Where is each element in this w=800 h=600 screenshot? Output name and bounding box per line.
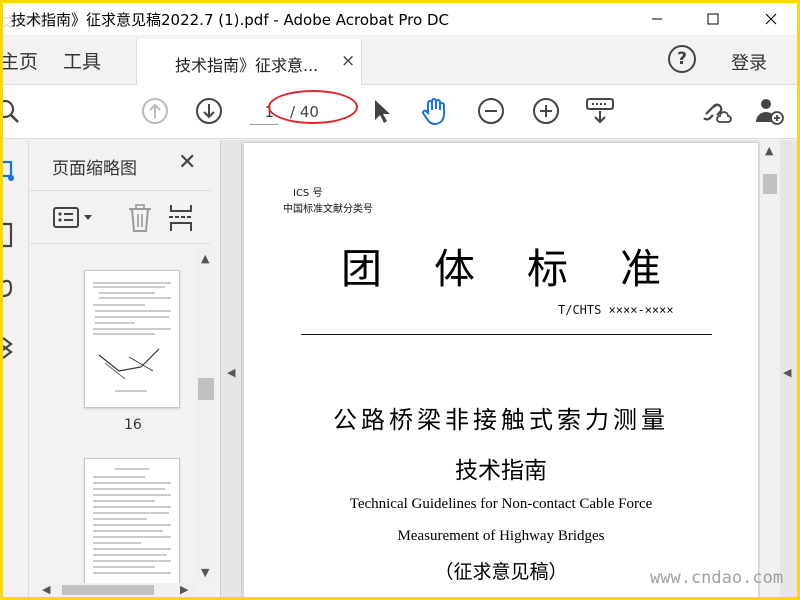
scrollbar-thumb[interactable]: [198, 378, 214, 400]
login-button[interactable]: 登录: [731, 49, 767, 75]
maximize-button[interactable]: [690, 3, 736, 35]
tab-close-button[interactable]: ×: [341, 51, 355, 71]
panel-divider[interactable]: ◀: [220, 140, 242, 597]
delete-page-button[interactable]: [126, 203, 154, 237]
standard-title: 团体标准: [341, 245, 713, 293]
page-up-icon: [142, 98, 168, 124]
english-title-line1: Technical Guidelines for Non-contact Cab…: [349, 496, 653, 512]
page-thumbnails-panel: 页面缩略图 ✕ 16 ▲ ▼ ◀ ▶: [30, 140, 220, 597]
watermark-bottom: www.cndao.com: [650, 568, 784, 588]
zoom-icon: [3, 99, 19, 123]
thumbnails-panel-icon[interactable]: [3, 160, 14, 181]
hand-tool-button[interactable]: [419, 95, 451, 127]
english-title-line2: Measurement of Highway Bridges: [397, 528, 605, 544]
options-menu-icon: [53, 207, 92, 228]
extract-page-button[interactable]: [168, 203, 194, 237]
title-rule: [301, 334, 712, 335]
scroll-left-arrow-icon[interactable]: ◀: [42, 583, 50, 596]
share-link-button[interactable]: [700, 95, 732, 127]
scrollbar-thumb[interactable]: [62, 585, 154, 595]
pdf-page[interactable]: ICS 号 中国标准文献分类号 团体标准 T/CHTS ××××-×××× 公路…: [244, 143, 758, 597]
thumbnail-page-label: 16: [124, 417, 142, 433]
classification-number: 中国标准文献分类号: [283, 204, 373, 215]
tab-document[interactable]: 技术指南》征求意... ×: [136, 39, 362, 85]
attachment-panel-icon[interactable]: [3, 279, 13, 298]
keyboard-scroll-icon: [586, 98, 614, 124]
scroll-up-arrow-icon[interactable]: ▲: [201, 252, 209, 265]
scrollbar-thumb[interactable]: [763, 174, 777, 194]
collapse-panel-arrow-icon[interactable]: ◀: [227, 366, 235, 379]
left-tool-rail: [3, 140, 29, 597]
next-page-button[interactable]: [193, 95, 225, 127]
tab-document-label: 技术指南》征求意...: [175, 56, 319, 75]
page-thumbnail[interactable]: [84, 270, 180, 408]
window-title: 技术指南》征求意见稿2022.7 (1).pdf - Adobe Acrobat…: [11, 11, 449, 29]
thumbnail-preview: [93, 282, 171, 392]
page-thumbnail[interactable]: [84, 458, 180, 583]
minimize-button[interactable]: [634, 3, 680, 35]
tab-home[interactable]: 主页: [3, 47, 38, 74]
main-toolbar: 1 / 40: [3, 85, 797, 139]
scroll-down-arrow-icon[interactable]: ▼: [201, 566, 209, 579]
close-icon: [765, 13, 777, 25]
standard-code: T/CHTS ××××-××××: [558, 303, 674, 317]
page-extract-icon: [169, 205, 193, 231]
scroll-mode-button[interactable]: [584, 95, 616, 127]
chinese-title-line2: 技术指南: [455, 458, 547, 484]
panel-close-button[interactable]: ✕: [178, 150, 196, 175]
document-view: ICS 号 中国标准文献分类号 团体标准 T/CHTS ××××-×××× 公路…: [242, 140, 797, 597]
thumbnail-options-button[interactable]: [52, 205, 96, 235]
thumbnail-vertical-scrollbar[interactable]: ▲ ▼: [196, 248, 216, 583]
ics-number: ICS 号: [293, 188, 323, 199]
rail-icons: [3, 160, 14, 359]
zoom-search-button[interactable]: [3, 95, 23, 127]
document-vertical-scrollbar[interactable]: ▲: [760, 140, 780, 597]
highlight-annotation-ellipse: [268, 90, 358, 124]
watermark-top: 之库网: [3, 15, 46, 30]
chinese-title-line1: 公路桥梁非接触式索力测量: [333, 406, 669, 434]
expand-right-panel-arrow-icon[interactable]: ◀: [783, 366, 791, 379]
zoom-out-button[interactable]: [475, 95, 507, 127]
title-bar: 技术指南》征求意见稿2022.7 (1).pdf - Adobe Acrobat…: [3, 3, 797, 35]
add-user-icon: [756, 99, 784, 125]
page-down-icon: [196, 98, 222, 124]
add-user-button[interactable]: [753, 95, 785, 127]
select-cursor-icon: [375, 100, 390, 123]
close-window-button[interactable]: [748, 3, 794, 35]
acrobat-window: 技术指南》征求意见稿2022.7 (1).pdf - Adobe Acrobat…: [3, 3, 797, 597]
trash-icon: [129, 204, 151, 232]
thumbnail-horizontal-scrollbar[interactable]: ◀ ▶: [40, 583, 196, 597]
thumbnail-preview: [93, 468, 171, 574]
zoom-out-icon: [478, 98, 504, 124]
select-tool-button[interactable]: [365, 95, 397, 127]
tab-bar: 主页 工具 技术指南》征求意... × ? 登录: [3, 35, 797, 85]
zoom-in-button[interactable]: [530, 95, 562, 127]
thumbnail-list: 16: [30, 248, 194, 583]
minimize-icon: [652, 18, 662, 20]
previous-page-button[interactable]: [139, 95, 171, 127]
thumbnail-toolbar: [30, 190, 210, 244]
help-icon[interactable]: ?: [668, 45, 696, 73]
bookmark-panel-icon[interactable]: [3, 222, 13, 248]
share-link-icon: [703, 103, 732, 123]
panel-title: 页面缩略图: [52, 159, 137, 179]
layers-panel-icon[interactable]: [3, 337, 13, 359]
tab-tools[interactable]: 工具: [63, 47, 101, 74]
zoom-in-icon: [533, 98, 559, 124]
hand-tool-icon: [422, 98, 445, 125]
scroll-right-arrow-icon[interactable]: ▶: [180, 583, 188, 596]
maximize-icon: [707, 13, 719, 25]
scroll-up-arrow-icon[interactable]: ▲: [765, 144, 773, 157]
